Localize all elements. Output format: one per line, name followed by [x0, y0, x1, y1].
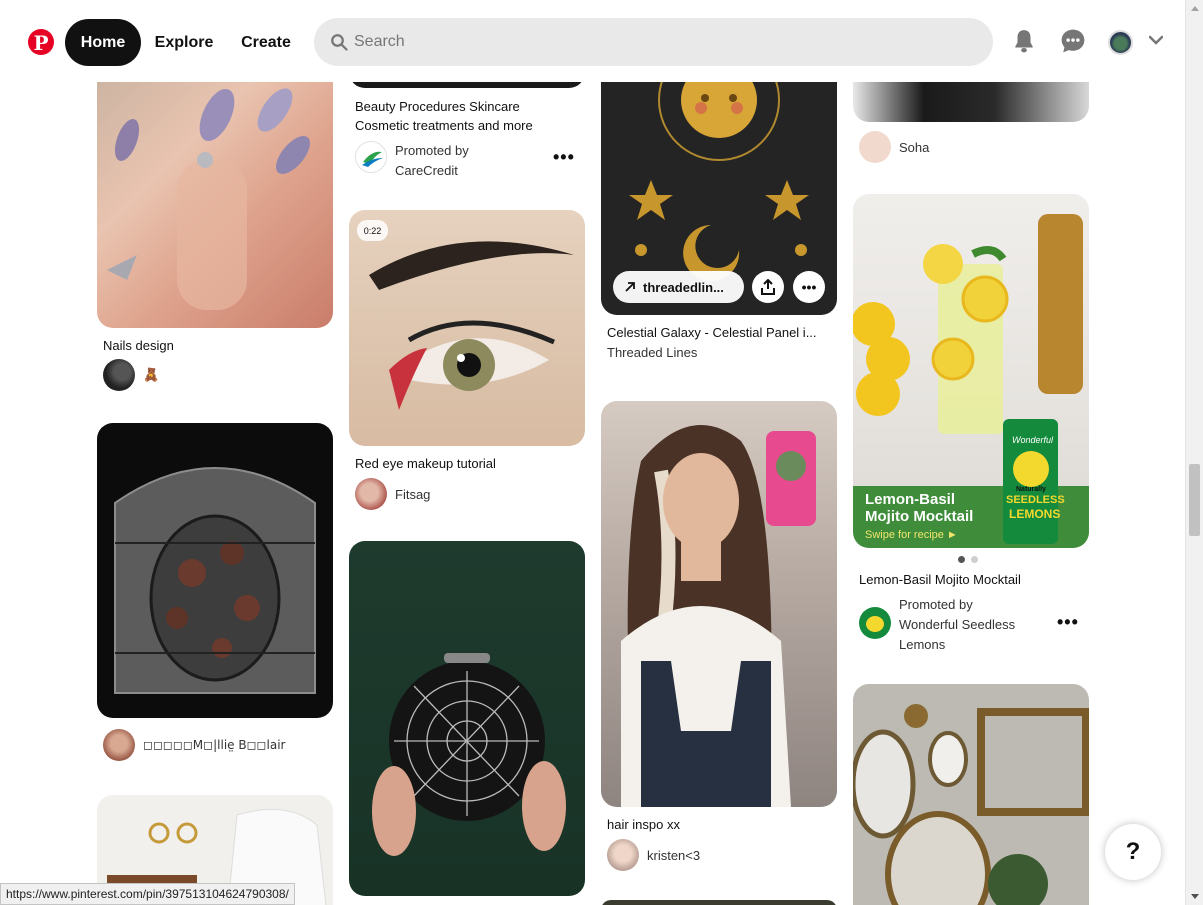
- carecredit-logo: [355, 141, 387, 173]
- creator-name: Soha: [899, 139, 930, 155]
- creator-avatar: [355, 478, 387, 510]
- eye-illustration: [369, 241, 574, 410]
- search-bar[interactable]: [314, 18, 993, 66]
- pin-mojito-more-icon[interactable]: •••: [1057, 612, 1079, 633]
- pin-celestial-link-chip[interactable]: threadedlin...: [613, 271, 744, 303]
- share-icon: [761, 279, 775, 295]
- stained-glass-illustration: [114, 467, 316, 694]
- purse-illustration: [372, 653, 566, 856]
- advertiser-name-line1: Wonderful Seedless: [899, 617, 1016, 632]
- portrait-illustration: [621, 425, 816, 807]
- vertical-scrollbar[interactable]: [1185, 0, 1203, 905]
- carousel-dot[interactable]: [971, 556, 978, 563]
- link-domain-label: threadedlin...: [643, 279, 724, 295]
- creator-name: ◻◻◻◻◻M◻|llie̤ B◻◻lair: [143, 738, 286, 752]
- pin-hair-image[interactable]: [601, 401, 837, 807]
- nav-create-button[interactable]: Create: [230, 19, 302, 66]
- pin-beauty-promoter[interactable]: Promoted by CareCredit: [355, 141, 469, 181]
- nav-explore-button[interactable]: Explore: [146, 19, 222, 66]
- pin-nails-image[interactable]: [97, 60, 333, 328]
- pin-celestial-creator[interactable]: Threaded Lines: [607, 345, 697, 360]
- lemon-package-brand: Wonderful: [1012, 435, 1054, 445]
- search-icon: [331, 34, 348, 51]
- pin-nails-title[interactable]: Nails design: [103, 338, 174, 353]
- carecredit-logo-mark: [362, 151, 383, 167]
- pin-beauty-title-line2: Cosmetic treatments and more: [355, 118, 533, 133]
- lemon-icon: [866, 616, 884, 632]
- pin-soha-creator[interactable]: Soha: [859, 131, 929, 163]
- carousel-dots: [958, 556, 978, 563]
- lemon-package-line1: Naturally: [1016, 486, 1046, 493]
- creator-name: Fitsag: [395, 486, 431, 502]
- pin-mojito-title[interactable]: Lemon-Basil Mojito Mocktail: [859, 572, 1021, 587]
- search-input[interactable]: [354, 18, 954, 66]
- creator-name: Threaded Lines: [607, 345, 698, 360]
- creator-emoji: 🧸: [143, 367, 160, 382]
- external-link-icon: [625, 282, 635, 292]
- help-button[interactable]: ?: [1105, 824, 1161, 880]
- nav-home-button[interactable]: Home: [65, 19, 141, 66]
- scroll-up-arrow-icon[interactable]: [1191, 6, 1199, 11]
- chat-icon[interactable]: [1060, 28, 1086, 54]
- scrollbar-thumb[interactable]: [1189, 464, 1200, 536]
- promoted-label: Promoted by: [395, 143, 469, 158]
- pin-red-eye-title[interactable]: Red eye makeup tutorial: [355, 456, 496, 471]
- link-status-bar: https://www.pinterest.com/pin/3975131046…: [0, 883, 295, 905]
- pin-web-purse-image[interactable]: [349, 541, 585, 896]
- pin-beauty-more-icon[interactable]: •••: [553, 147, 575, 168]
- pin-stained-creator[interactable]: ◻◻◻◻◻M◻|llie̤ B◻◻lair: [103, 729, 285, 761]
- promoted-label: Promoted by: [899, 597, 973, 612]
- pin-hair-creator[interactable]: kristen<3: [607, 839, 700, 871]
- pin-celestial-title[interactable]: Celestial Galaxy - Celestial Panel i...: [607, 325, 817, 340]
- pin-hair-title[interactable]: hair inspo xx: [607, 817, 680, 832]
- mojito-ad-headline: Lemon-Basil Mojito Mocktail: [865, 491, 973, 525]
- pin-stained-glass-image[interactable]: [97, 423, 333, 718]
- pin-red-eye-image[interactable]: [349, 210, 585, 446]
- pin-beauty-title-line1: Beauty Procedures Skincare: [355, 99, 520, 114]
- mojito-ad-headline-line1: Lemon-Basil: [865, 491, 956, 508]
- lemon-package-line2: SEEDLESS: [1006, 494, 1065, 506]
- chevron-down-icon[interactable]: [1149, 35, 1163, 45]
- share-button[interactable]: [752, 271, 784, 303]
- pin-beauty-title[interactable]: Beauty Procedures Skincare Cosmetic trea…: [355, 97, 533, 135]
- creator-avatar: [103, 729, 135, 761]
- video-duration-badge: 0:22: [357, 220, 388, 241]
- carousel-dot-active[interactable]: [958, 556, 965, 563]
- bell-icon[interactable]: [1011, 28, 1037, 54]
- nails-illustration: [107, 88, 311, 310]
- profile-avatar[interactable]: [1108, 30, 1133, 55]
- mojito-ad-cta: Swipe for recipe ►: [865, 529, 958, 541]
- mirrors-illustration: [853, 704, 1089, 905]
- mojito-ad-headline-line2: Mojito Mocktail: [865, 508, 974, 525]
- creator-name: kristen<3: [647, 847, 701, 863]
- creator-avatar: [103, 359, 135, 391]
- creator-avatar: [607, 839, 639, 871]
- pin-mojito-promoter[interactable]: Promoted by Wonderful Seedless Lemons: [859, 595, 1015, 655]
- advertiser-name: CareCredit: [395, 163, 458, 178]
- creator-avatar: [859, 131, 891, 163]
- logo-letter: P: [33, 30, 49, 55]
- pin-celestial-more-button[interactable]: •••: [793, 271, 825, 303]
- wonderful-lemons-logo: [859, 607, 891, 639]
- scroll-down-arrow-icon[interactable]: [1191, 894, 1199, 899]
- pin-next-image[interactable]: [601, 900, 837, 905]
- lemon-package-line3: LEMONS: [1009, 507, 1061, 521]
- pin-red-eye-creator[interactable]: Fitsag: [355, 478, 430, 510]
- pin-mirrors-image[interactable]: [853, 684, 1089, 905]
- advertiser-name-line2: Lemons: [899, 637, 946, 652]
- top-nav-bar: P Home Explore Create: [0, 0, 1185, 82]
- pinterest-logo[interactable]: P: [28, 29, 54, 55]
- pin-nails-creator[interactable]: 🧸: [103, 359, 159, 391]
